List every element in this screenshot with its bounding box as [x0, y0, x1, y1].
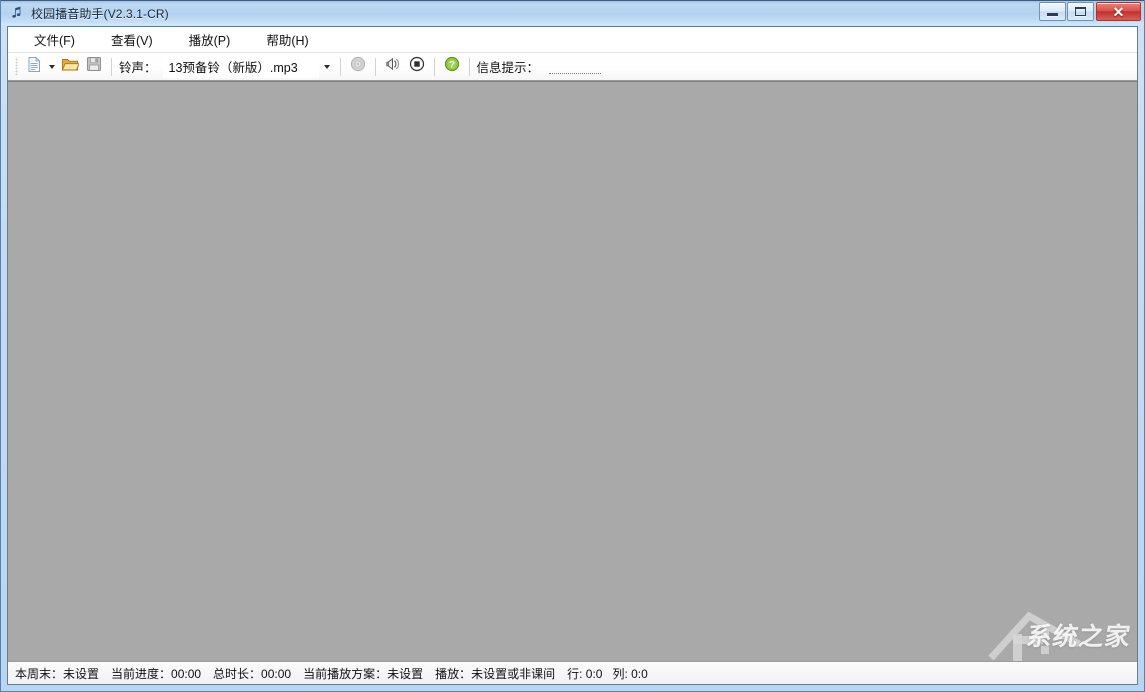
maximize-button[interactable] [1067, 2, 1094, 21]
status-weekend: 本周末：未设置 [15, 666, 100, 681]
new-file-button[interactable] [22, 55, 46, 79]
info-tip-field[interactable] [549, 61, 602, 74]
close-button[interactable]: ✕ [1096, 2, 1141, 21]
new-file-dropdown-button[interactable] [46, 56, 58, 78]
status-duration: 总时长：00:00 [213, 666, 292, 681]
menu-play[interactable]: 播放(P) [177, 27, 243, 52]
menu-help-label: 帮助(H) [266, 34, 309, 48]
menu-view-label: 查看(V) [110, 34, 153, 48]
chevron-down-icon [323, 64, 330, 69]
client-area: 文件(F) 查看(V) 播放(P) 帮助(H) 铃声： 13预备铃（新版）.mp… [7, 26, 1138, 685]
open-file-button[interactable] [58, 55, 82, 79]
watermark-text: 系统之家 [1024, 622, 1133, 651]
ring-combobox[interactable]: 13预备铃（新版）.mp3 [162, 55, 319, 78]
menu-view[interactable]: 查看(V) [99, 27, 165, 52]
status-progress: 当前进度：00:00 [111, 666, 202, 681]
menu-bar: 文件(F) 查看(V) 播放(P) 帮助(H) [8, 27, 1137, 53]
status-playback: 播放：未设置或非课间 [435, 666, 556, 681]
ring-combobox-value: 13预备铃（新版）.mp3 [168, 61, 298, 75]
menu-file-label: 文件(F) [34, 34, 75, 48]
menu-play-label: 播放(P) [188, 34, 231, 48]
minimize-icon [1047, 13, 1058, 16]
ring-label: 铃声： [119, 61, 157, 75]
toolbar: 铃声： 13预备铃（新版）.mp3 ? 信息提示： [8, 53, 1137, 81]
application-window: 校园播音助手(V2.3.1-CR) ✕ 文件(F) 查看(V) 播放(P) 帮助… [0, 0, 1145, 692]
title-bar[interactable]: 校园播音助手(V2.3.1-CR) ✕ [1, 0, 1144, 25]
save-disk-icon [86, 56, 102, 77]
window-title: 校园播音助手(V2.3.1-CR) [31, 6, 169, 21]
open-folder-icon [61, 56, 80, 78]
status-bar: 本周末：未设置 当前进度：00:00 总时长：00:00 当前播放方案：未设置 … [8, 661, 1137, 684]
help-question-icon: ? [444, 56, 460, 77]
toolbar-separator-4 [433, 57, 435, 76]
ring-combobox-dropdown-button[interactable] [319, 64, 335, 69]
chevron-down-icon [49, 64, 55, 69]
toolbar-separator-5 [468, 57, 470, 76]
save-button[interactable] [82, 55, 106, 79]
disc-icon [350, 56, 366, 77]
broadcast-test-button[interactable] [381, 55, 405, 79]
horn-speaker-icon [385, 56, 401, 77]
menu-help[interactable]: 帮助(H) [254, 27, 320, 52]
stop-button[interactable] [405, 55, 429, 79]
stop-button-icon [409, 56, 425, 77]
close-icon: ✕ [1112, 3, 1125, 20]
info-tip-label: 信息提示： [476, 61, 540, 75]
music-note-icon [9, 5, 25, 21]
minimize-button[interactable] [1039, 2, 1066, 21]
main-content-area[interactable]: 系统之家 [8, 81, 1137, 661]
new-document-icon [26, 56, 43, 78]
watermark-logo-icon [983, 600, 1133, 661]
status-col: 列: 0:0 [612, 666, 648, 681]
maximize-icon [1075, 7, 1086, 16]
svg-text:?: ? [449, 60, 455, 71]
status-scheme: 当前播放方案：未设置 [303, 666, 424, 681]
status-row: 行: 0:0 [567, 666, 603, 681]
toolbar-separator-2 [339, 57, 341, 76]
disc-button[interactable] [346, 55, 370, 79]
help-button[interactable]: ? [440, 55, 464, 79]
toolbar-grip[interactable] [15, 58, 18, 75]
toolbar-separator-1 [111, 57, 112, 76]
window-controls: ✕ [1038, 2, 1141, 21]
menu-file[interactable]: 文件(F) [22, 27, 87, 52]
toolbar-separator-3 [374, 57, 376, 76]
